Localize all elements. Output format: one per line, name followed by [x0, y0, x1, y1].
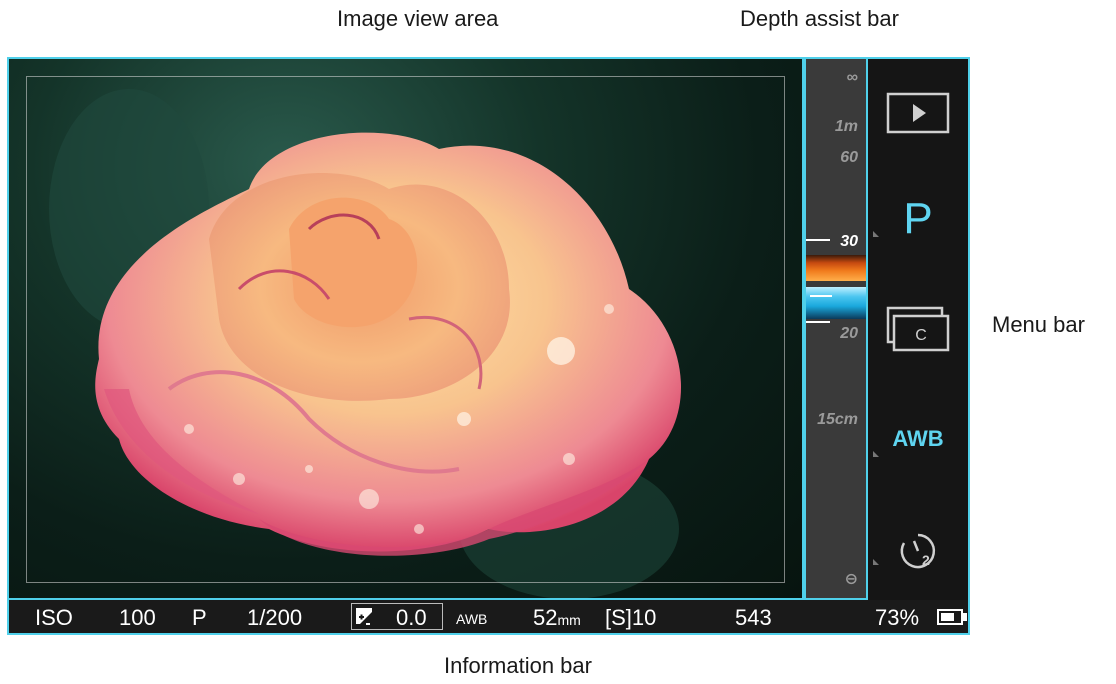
depth-label-30: 30 [840, 233, 858, 250]
shooting-mode-button[interactable]: P [868, 189, 968, 249]
exposure-mode: P [192, 605, 207, 630]
callout-information-bar: Information bar [444, 653, 592, 678]
battery-icon [937, 609, 963, 625]
depth-label-infinity: ∞ [846, 69, 858, 86]
depth-cool-band [806, 287, 866, 319]
depth-label-60: 60 [840, 149, 858, 166]
exposure-compensation: 0.0 [351, 603, 443, 630]
continuous-shooting-icon: C [886, 306, 950, 352]
image-view-area[interactable] [7, 57, 804, 600]
focal-length-unit: mm [557, 612, 581, 628]
callout-image-view-area: Image view area [337, 6, 499, 31]
focal-length-value: 52 [533, 605, 558, 630]
callout-menu-bar: Menu bar [992, 312, 1085, 337]
depth-label-1m: 1m [834, 118, 858, 135]
shutter-speed: 1/200 [247, 605, 303, 630]
focal-length: 52mm [533, 605, 581, 631]
svg-text:2: 2 [922, 552, 930, 568]
drive-mode-button[interactable]: C [868, 301, 968, 357]
depth-label-20: 20 [840, 325, 858, 342]
battery-percentage: 73% [875, 605, 920, 630]
depth-warm-band [806, 255, 866, 281]
depth-focus-marker [810, 295, 832, 297]
play-icon [886, 92, 950, 134]
framing-guide [26, 76, 785, 583]
menu-bar: P C AWB 2 [868, 57, 970, 600]
iso-value: 100 [119, 605, 156, 630]
callout-depth-assist-bar: Depth assist bar [740, 6, 899, 31]
exposure-compensation-icon [356, 608, 372, 628]
depth-tick-30 [806, 239, 830, 241]
depth-label-15cm: 15cm [817, 411, 858, 428]
self-timer-button[interactable]: 2 [868, 524, 968, 578]
information-bar: ISO 100 P 1/200 0.0 AWB 52mm [S]10 543 7… [7, 600, 970, 635]
battery-fill [941, 613, 954, 621]
svg-text:C: C [915, 327, 927, 344]
drive-indicator: [S]10 [605, 605, 657, 630]
iso-label: ISO [35, 605, 73, 630]
depth-assist-bar[interactable]: ∞ 1m 60 30 20 15cm ⊖ [804, 57, 868, 600]
playback-button[interactable] [868, 87, 968, 139]
awb-indicator: AWB [456, 611, 488, 627]
white-balance-button[interactable]: AWB [868, 417, 968, 461]
self-timer-icon: 2 [900, 533, 936, 569]
depth-tick-20 [806, 321, 830, 323]
shots-remaining: 543 [735, 605, 772, 630]
depth-label-min-focus: ⊖ [844, 571, 858, 588]
battery-tip [963, 613, 967, 621]
ev-value: 0.0 [396, 605, 427, 630]
